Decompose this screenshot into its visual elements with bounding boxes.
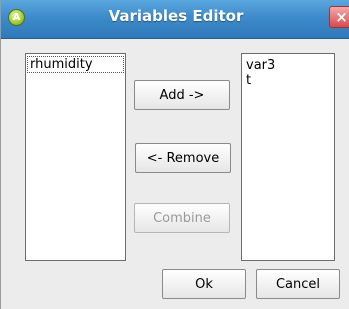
add-button[interactable]: Add -> (134, 80, 230, 110)
ok-button[interactable]: Ok (162, 269, 246, 299)
title-bar[interactable]: A Variables Editor × (1, 0, 349, 39)
list-item[interactable]: t (242, 73, 334, 88)
selected-variables-list[interactable]: var3 t (241, 53, 335, 261)
variables-editor-window: A Variables Editor × rhumidity Add -> <-… (0, 0, 349, 309)
list-item[interactable]: rhumidity (27, 56, 124, 73)
window-title: Variables Editor (108, 7, 244, 25)
available-variables-list[interactable]: rhumidity (25, 53, 126, 261)
close-icon[interactable]: × (329, 6, 349, 28)
cancel-button[interactable]: Cancel (256, 269, 340, 299)
combine-button[interactable]: Combine (134, 203, 230, 233)
list-item[interactable]: var3 (242, 58, 334, 73)
remove-button[interactable]: <- Remove (135, 143, 231, 173)
app-logo-icon[interactable]: A (8, 9, 25, 26)
